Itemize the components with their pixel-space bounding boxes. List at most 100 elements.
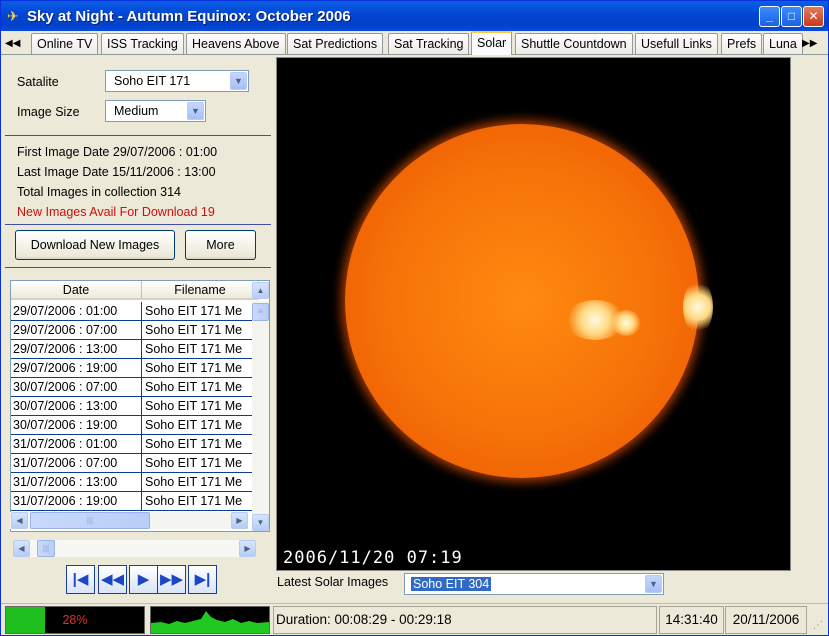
skip-last-icon: ▶|: [194, 571, 211, 588]
table-row[interactable]: 31/07/2006 : 19:00 Soho EIT 171 Me: [11, 492, 259, 511]
table-row[interactable]: 29/07/2006 : 19:00 Soho EIT 171 Me: [11, 359, 259, 378]
tab-scroll-right-button[interactable]: ▶▶: [802, 35, 817, 53]
app-window: ✈ Sky at Night - Autumn Equinox: October…: [0, 0, 829, 636]
table-row[interactable]: 29/07/2006 : 13:00 Soho EIT 171 Me: [11, 340, 259, 359]
tab-solar[interactable]: Solar: [471, 31, 513, 55]
more-button[interactable]: More: [185, 230, 256, 260]
maximize-button[interactable]: □: [781, 6, 802, 27]
solar-image: 2006/11/20 07:19: [276, 57, 791, 571]
column-header-date[interactable]: Date: [11, 281, 142, 300]
filename-cell: Soho EIT 171 Me: [142, 416, 259, 435]
sun-disc: [345, 124, 713, 478]
new-images-available: New Images Avail For Download 19: [17, 205, 215, 219]
maximize-icon: □: [787, 9, 796, 23]
scroll-thumb[interactable]: ≡: [252, 303, 269, 321]
tab-sat-predictions[interactable]: Sat Predictions: [287, 33, 384, 54]
date-cell: 30/07/2006 : 13:00: [11, 397, 142, 416]
tab-iss-tracking[interactable]: ISS Tracking: [101, 33, 184, 54]
first-image-button[interactable]: |◀: [66, 565, 95, 594]
date-cell: 29/07/2006 : 13:00: [11, 340, 142, 359]
table-row[interactable]: 30/07/2006 : 19:00 Soho EIT 171 Me: [11, 416, 259, 435]
scroll-down-icon[interactable]: ▼: [252, 514, 269, 531]
image-position-scrollbar[interactable]: ◀ ||| ▶: [13, 540, 256, 557]
total-images: Total Images in collection 314: [17, 185, 181, 199]
date-cell: 29/07/2006 : 19:00: [11, 359, 142, 378]
satellite-dropdown[interactable]: Soho EIT 171 ▼: [105, 70, 249, 92]
play-button[interactable]: ▶: [129, 565, 158, 594]
date-cell: 31/07/2006 : 07:00: [11, 454, 142, 473]
active-region: [611, 310, 641, 336]
chevron-down-icon[interactable]: ▼: [187, 102, 204, 120]
grid-vertical-scrollbar[interactable]: ≡ ▼: [252, 301, 269, 531]
play-icon: ▶: [137, 571, 150, 588]
table-row[interactable]: 30/07/2006 : 13:00 Soho EIT 171 Me: [11, 397, 259, 416]
scroll-thumb[interactable]: |||: [30, 512, 150, 529]
date-cell: 30/07/2006 : 07:00: [11, 378, 142, 397]
satellite-label: Satalite: [17, 75, 59, 89]
chevron-down-icon[interactable]: ▼: [645, 575, 662, 593]
satellite-icon: ✈: [7, 8, 19, 24]
table-row[interactable]: 29/07/2006 : 07:00 Soho EIT 171 Me: [11, 321, 259, 340]
table-row[interactable]: 29/07/2006 : 01:00 Soho EIT 171 Me: [11, 302, 259, 321]
table-row[interactable]: 30/07/2006 : 07:00 Soho EIT 171 Me: [11, 378, 259, 397]
fast-forward-icon: ▶▶: [159, 571, 184, 588]
tab-usefull-links[interactable]: Usefull Links: [635, 33, 718, 54]
scroll-right-icon[interactable]: ▶: [239, 540, 256, 557]
latest-solar-images-dropdown[interactable]: Soho EIT 304 ▼: [404, 573, 664, 595]
activity-graph-waveform: [151, 611, 269, 633]
divider: [5, 135, 271, 136]
window-title: Sky at Night - Autumn Equinox: October 2…: [27, 8, 351, 25]
column-header-filename[interactable]: Filename: [142, 281, 259, 300]
scroll-right-icon[interactable]: ▶: [231, 512, 248, 529]
active-region: [683, 280, 713, 334]
next-image-button[interactable]: ▶▶: [157, 565, 186, 594]
tab-online-tv[interactable]: Online TV: [31, 33, 99, 54]
activity-graph: [150, 606, 270, 634]
minimize-button[interactable]: _: [759, 6, 780, 27]
tab-luna[interactable]: Luna: [763, 33, 803, 54]
tab-heavens-above[interactable]: Heavens Above: [186, 33, 286, 54]
tab-prefs[interactable]: Prefs: [721, 33, 763, 54]
filename-cell: Soho EIT 171 Me: [142, 435, 259, 454]
date-cell: 31/07/2006 : 19:00: [11, 492, 142, 511]
previous-image-button[interactable]: ◀◀: [98, 565, 127, 594]
tab-sat-tracking[interactable]: Sat Tracking: [388, 33, 470, 54]
scroll-up-icon[interactable]: ▲: [252, 282, 269, 299]
scroll-thumb[interactable]: |||: [37, 540, 55, 557]
filename-cell: Soho EIT 171 Me: [142, 340, 259, 359]
date-cell: 31/07/2006 : 01:00: [11, 435, 142, 454]
scroll-left-icon[interactable]: ◀: [11, 512, 28, 529]
grid-horizontal-scrollbar[interactable]: ◀ ||| ▶: [10, 512, 248, 529]
filename-cell: Soho EIT 171 Me: [142, 473, 259, 492]
left-panel: Satalite Soho EIT 171 ▼ Image Size Mediu…: [5, 57, 271, 597]
tab-shuttle-countdown[interactable]: Shuttle Countdown: [515, 33, 633, 54]
chevron-down-icon[interactable]: ▼: [230, 72, 247, 90]
table-row[interactable]: 31/07/2006 : 13:00 Soho EIT 171 Me: [11, 473, 259, 492]
resize-grip-icon[interactable]: ⋰: [813, 620, 825, 632]
satellite-value: Soho EIT 171: [114, 74, 191, 88]
filename-cell: Soho EIT 171 Me: [142, 321, 259, 340]
progress-percent: 28%: [62, 613, 88, 627]
image-timestamp: 2006/11/20 07:19: [283, 548, 463, 568]
last-image-button[interactable]: ▶|: [188, 565, 217, 594]
download-progress-bar: 28%: [5, 606, 145, 634]
download-new-images-button[interactable]: Download New Images: [15, 230, 175, 260]
filename-cell: Soho EIT 171 Me: [142, 454, 259, 473]
table-row[interactable]: 31/07/2006 : 01:00 Soho EIT 171 Me: [11, 435, 259, 454]
close-button[interactable]: ✕: [803, 6, 824, 27]
last-image-date: Last Image Date 15/11/2006 : 13:00: [17, 165, 216, 179]
first-image-date: First Image Date 29/07/2006 : 01:00: [17, 145, 218, 159]
tab-strip: ◀◀ Online TV ISS Tracking Heavens Above …: [1, 31, 828, 55]
date-cell: 30/07/2006 : 19:00: [11, 416, 142, 435]
duration-display: Duration: 00:08:29 - 00:29:18: [273, 606, 657, 634]
table-row[interactable]: 31/07/2006 : 07:00 Soho EIT 171 Me: [11, 454, 259, 473]
tab-scroll-left-button[interactable]: ◀◀: [5, 35, 20, 53]
clock-time: 14:31:40: [659, 606, 724, 634]
image-size-dropdown[interactable]: Medium ▼: [105, 100, 206, 122]
date-cell: 31/07/2006 : 13:00: [11, 473, 142, 492]
filename-cell: Soho EIT 171 Me: [142, 397, 259, 416]
title-bar[interactable]: ✈ Sky at Night - Autumn Equinox: October…: [1, 1, 828, 31]
image-list-grid[interactable]: Date Filename ▲ 29/07/2006 : 01:00 Soho E…: [10, 280, 270, 532]
status-bar: 28% Duration: 00:08:29 - 00:29:18 14:31:…: [1, 603, 828, 635]
scroll-left-icon[interactable]: ◀: [13, 540, 30, 557]
